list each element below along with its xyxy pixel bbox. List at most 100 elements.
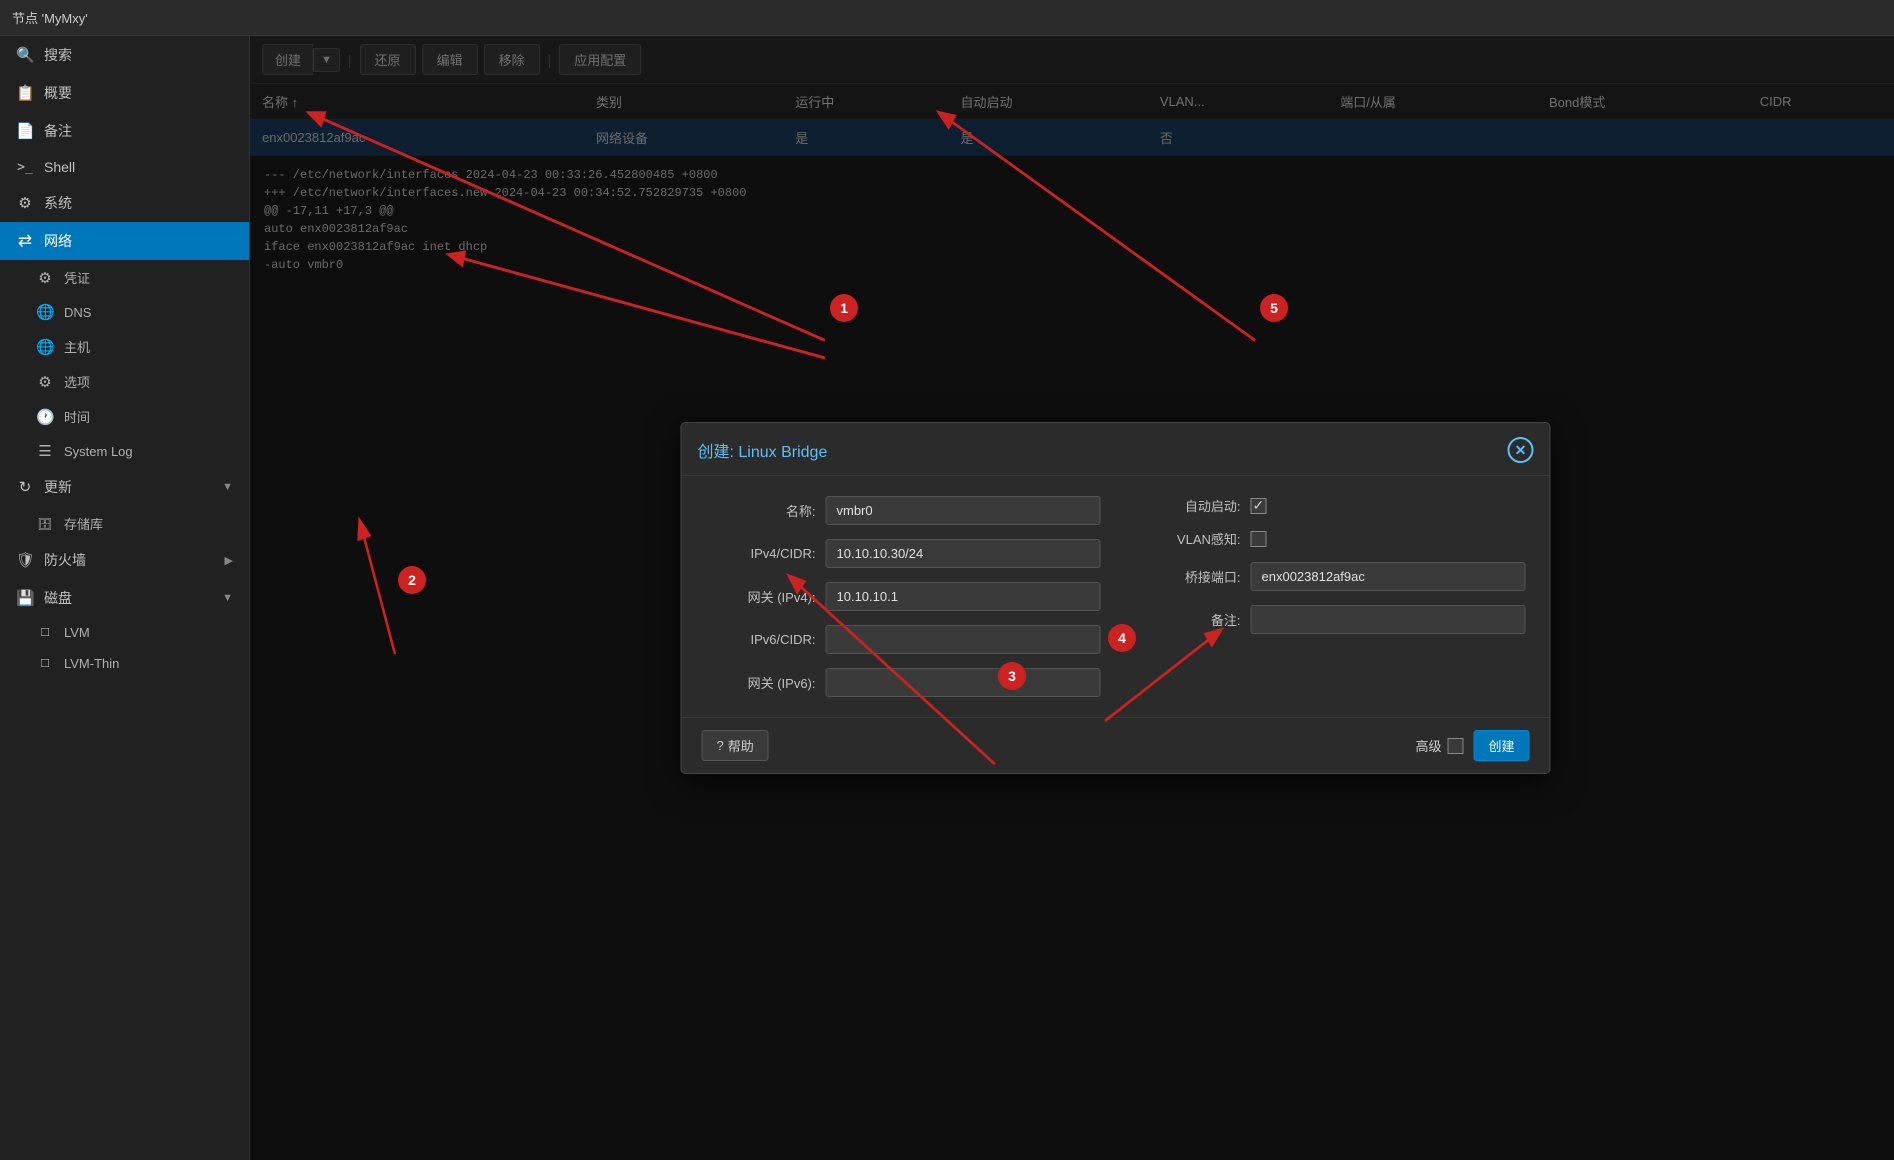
sidebar-item-notes[interactable]: 📄 备注	[0, 112, 249, 150]
field-gateway4-input[interactable]	[826, 582, 1101, 611]
create-bridge-dialog: 创建: Linux Bridge ✕ 名称: IPv4/CIDR:	[681, 422, 1551, 774]
sidebar-item-disk-label: 磁盘	[44, 588, 72, 608]
sidebar-item-disk[interactable]: 💾 磁盘 ▼	[0, 579, 249, 617]
sidebar-item-network-label: 网络	[44, 231, 72, 251]
dialog-title: 创建: Linux Bridge	[698, 438, 828, 462]
field-ipv4cidr-input[interactable]	[826, 539, 1101, 568]
help-button-label: 帮助	[728, 736, 754, 755]
field-name-input[interactable]	[826, 496, 1101, 525]
overview-icon: 📋	[16, 84, 34, 102]
help-button[interactable]: ? 帮助	[702, 730, 769, 761]
sidebar-item-shell[interactable]: >_ Shell	[0, 150, 249, 184]
sidebar-item-storage[interactable]: 🗄 存储库	[0, 506, 249, 541]
sidebar-item-firewall-label: 防火墙	[44, 550, 86, 570]
field-comment-label: 备注:	[1131, 610, 1241, 629]
field-comment-input[interactable]	[1251, 605, 1526, 634]
sidebar-item-search-label: 搜索	[44, 45, 72, 65]
sidebar-item-firewall[interactable]: 🛡 防火墙 ▶	[0, 541, 249, 579]
dialog-close-button[interactable]: ✕	[1508, 437, 1534, 463]
field-ipv4cidr-row: IPv4/CIDR:	[706, 539, 1101, 568]
sidebar-item-storage-label: 存储库	[64, 514, 103, 533]
updates-chevron-icon: ▼	[222, 481, 233, 493]
dialog-title-type-text: Linux Bridge	[738, 444, 827, 461]
form-left: 名称: IPv4/CIDR: 网关 (IPv4): IPv6/CIDR	[706, 496, 1101, 697]
time-icon: 🕐	[36, 408, 54, 426]
field-ipv4cidr-label: IPv4/CIDR:	[706, 546, 816, 561]
storage-icon: 🗄	[36, 517, 54, 531]
field-gateway4-label: 网关 (IPv4):	[706, 587, 816, 606]
field-bridgeports-label: 桥接端口:	[1131, 567, 1241, 586]
form-grid: 名称: IPv4/CIDR: 网关 (IPv4): IPv6/CIDR	[706, 496, 1526, 697]
field-vlanaware-row: VLAN感知:	[1131, 529, 1526, 548]
shell-icon: >_	[16, 160, 34, 175]
sidebar-item-updates[interactable]: ↻ 更新 ▼	[0, 468, 249, 506]
field-bridgeports-input[interactable]	[1251, 562, 1526, 591]
sidebar-item-options[interactable]: ⚙ 选项	[0, 364, 249, 399]
firewall-icon: 🛡	[16, 551, 34, 569]
field-gateway4-row: 网关 (IPv4):	[706, 582, 1101, 611]
sidebar-item-lvm[interactable]: ☐ LVM	[0, 617, 249, 648]
sidebar-item-search[interactable]: 🔍 搜索	[0, 36, 249, 74]
field-ipv6cidr-row: IPv6/CIDR:	[706, 625, 1101, 654]
disk-chevron-icon: ▼	[222, 592, 233, 604]
create-confirm-button[interactable]: 创建	[1473, 730, 1529, 761]
system-icon: ⚙	[16, 194, 34, 212]
options-icon: ⚙	[36, 373, 54, 391]
hosts-icon: 🌐	[36, 338, 54, 356]
sidebar-item-shell-label: Shell	[44, 159, 75, 175]
sidebar-item-credentials-label: 凭证	[64, 268, 90, 287]
sidebar-item-system-label: 系统	[44, 193, 72, 213]
help-icon: ?	[717, 738, 724, 753]
field-vlanaware-label: VLAN感知:	[1131, 529, 1241, 548]
field-bridgeports-row: 桥接端口:	[1131, 562, 1526, 591]
sidebar-item-options-label: 选项	[64, 372, 90, 391]
footer-right: 高级 创建	[1415, 730, 1529, 761]
field-gateway6-input[interactable]	[826, 668, 1101, 697]
sidebar-item-overview[interactable]: 📋 概要	[0, 74, 249, 112]
sidebar-item-updates-label: 更新	[44, 477, 72, 497]
notes-icon: 📄	[16, 122, 34, 140]
sidebar-item-time-label: 时间	[64, 407, 90, 426]
disk-icon: 💾	[16, 589, 34, 607]
field-autostart-checkbox[interactable]	[1251, 498, 1267, 514]
sidebar-item-system[interactable]: ⚙ 系统	[0, 184, 249, 222]
firewall-chevron-icon: ▶	[225, 554, 233, 567]
field-name-label: 名称:	[706, 501, 816, 520]
field-gateway6-label: 网关 (IPv6):	[706, 673, 816, 692]
sidebar-item-dns[interactable]: 🌐 DNS	[0, 295, 249, 329]
dialog-title-prefix: 创建:	[698, 444, 734, 461]
field-autostart-label: 自动启动:	[1131, 496, 1241, 515]
sidebar-item-overview-label: 概要	[44, 83, 72, 103]
sidebar: 🔍 搜索 📋 概要 📄 备注 >_ Shell ⚙ 系统 ⇄ 网络 ⚙ 凭证 🌐	[0, 36, 250, 1160]
sidebar-item-hosts[interactable]: 🌐 主机	[0, 329, 249, 364]
lvm-icon: ☐	[36, 626, 54, 639]
dialog-body: 名称: IPv4/CIDR: 网关 (IPv4): IPv6/CIDR	[682, 476, 1550, 717]
field-gateway6-row: 网关 (IPv6):	[706, 668, 1101, 697]
search-icon: 🔍	[16, 46, 34, 64]
credentials-icon: ⚙	[36, 269, 54, 287]
field-vlanaware-checkbox[interactable]	[1251, 531, 1267, 547]
field-ipv6cidr-input[interactable]	[826, 625, 1101, 654]
sidebar-item-time[interactable]: 🕐 时间	[0, 399, 249, 434]
form-right: 自动启动: VLAN感知: 桥接端口: 备注:	[1131, 496, 1526, 697]
sidebar-item-lvmthin[interactable]: ☐ LVM-Thin	[0, 648, 249, 679]
sidebar-item-lvmthin-label: LVM-Thin	[64, 656, 119, 671]
field-comment-row: 备注:	[1131, 605, 1526, 634]
advanced-area: 高级	[1415, 736, 1463, 755]
sidebar-item-systemlog-label: System Log	[64, 444, 133, 459]
systemlog-icon: ☰	[36, 442, 54, 460]
sidebar-item-notes-label: 备注	[44, 121, 72, 141]
updates-icon: ↻	[16, 478, 34, 496]
network-icon: ⇄	[16, 231, 34, 251]
field-autostart-row: 自动启动:	[1131, 496, 1526, 515]
dns-icon: 🌐	[36, 303, 54, 321]
sidebar-item-network[interactable]: ⇄ 网络	[0, 222, 249, 260]
sidebar-item-credentials[interactable]: ⚙ 凭证	[0, 260, 249, 295]
sidebar-item-lvm-label: LVM	[64, 625, 90, 640]
title-bar: 节点 'MyMxy'	[0, 0, 1894, 36]
sidebar-item-systemlog[interactable]: ☰ System Log	[0, 434, 249, 468]
title-bar-text: 节点 'MyMxy'	[12, 8, 88, 27]
advanced-checkbox[interactable]	[1447, 738, 1463, 754]
content-area: 创建 ▼ | 还原 编辑 移除 | 应用配置 名称 ↑ 类别 运行中 自动启动 …	[250, 36, 1894, 1160]
lvmthin-icon: ☐	[36, 657, 54, 670]
